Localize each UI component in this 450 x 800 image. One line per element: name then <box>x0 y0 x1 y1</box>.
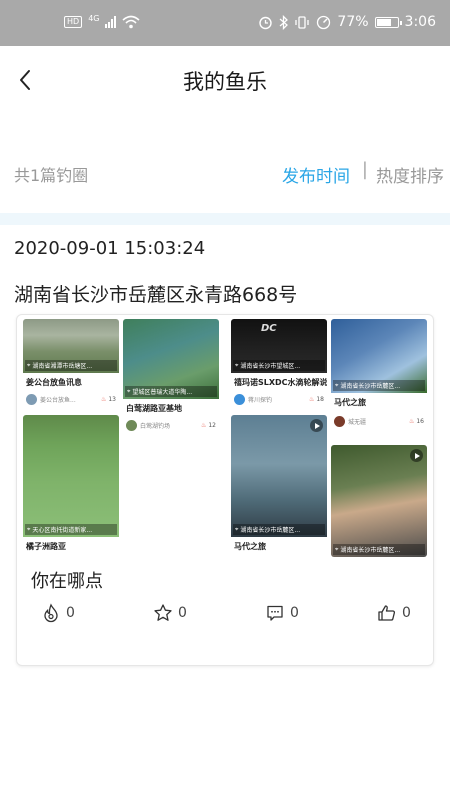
fire-icon: ♨ <box>200 422 207 429</box>
play-icon[interactable] <box>410 449 423 462</box>
avatar <box>26 394 37 405</box>
post-card[interactable]: ⌖ 湖南省湘潭市岳塘区... 姜公台放鱼讯息 姜公台放鱼... ♨ 13 ⌖ 望城区… <box>16 314 434 666</box>
clock: 3:06 <box>404 14 436 30</box>
tile-title: 马代之旅 <box>234 542 266 551</box>
comment-button[interactable]: 0 <box>265 603 299 623</box>
network-type: 4G <box>88 13 100 23</box>
tile-title: 橘子洲路亚 <box>26 542 66 551</box>
tile-meta: 蒋川探钓 ♨ 18 <box>234 393 324 406</box>
sort-separator: | <box>361 159 368 180</box>
alarm-icon <box>259 16 273 29</box>
tile-author: 蒋川探钓 <box>248 397 273 404</box>
action-bar: 0 0 0 0 <box>17 603 433 633</box>
comment-icon <box>267 605 283 621</box>
pin-icon: ⌖ <box>335 545 339 553</box>
fire-count: 0 <box>66 605 75 621</box>
pin-icon: ⌖ <box>235 525 239 533</box>
tile-location: ⌖ 湖南省湘潭市岳塘区... <box>25 360 117 371</box>
tile-location: ⌖ 湖南省长沙市岳麓区... <box>333 544 425 555</box>
tile-image: ⌖ 湖南省湘潭市岳塘区... <box>23 319 119 373</box>
fire-icon: ♨ <box>408 418 415 425</box>
tile-title: 姜公台放鱼讯息 <box>26 378 82 387</box>
tile-author: 白莺湖钓场 <box>140 423 171 430</box>
tile-title: 禧玛诺SLXDC水滴轮解说 <box>234 378 327 387</box>
tile-title: 马代之旅 <box>334 398 366 407</box>
sort-by-heat-button[interactable]: 热度排序 <box>376 162 444 187</box>
tile-image: DC ⌖ 湖南省长沙市望城区... <box>231 319 327 373</box>
fire-icon <box>44 603 58 623</box>
tile-location: ⌖ 天心区南托街道新家... <box>25 524 117 535</box>
signal-icon <box>105 16 117 28</box>
thumbs-up-icon <box>378 605 396 621</box>
app-header: 我的鱼乐 <box>0 46 450 114</box>
avatar <box>126 420 137 431</box>
avatar <box>334 416 345 427</box>
star-icon <box>154 604 172 621</box>
speed-icon <box>317 15 331 29</box>
feed-tile[interactable]: ⌖ 望城区普瑞大道华陶... 白莺湖路亚基地 白莺湖钓场 ♨ 12 <box>123 319 219 435</box>
vibrate-icon <box>295 15 310 29</box>
post-location: 湖南省长沙市岳麓区永青路668号 <box>14 284 298 306</box>
feed-tile[interactable]: ⌖ 湖南省湘潭市岳塘区... 姜公台放鱼讯息 姜公台放鱼... ♨ 13 <box>23 319 119 411</box>
tile-fire-count: 12 <box>208 422 216 429</box>
feed-tile[interactable]: ⌖ 湖南省长沙市岳麓区... 马代之旅 <box>231 415 327 555</box>
tile-fire-count: 16 <box>416 418 424 425</box>
tile-location: ⌖ 望城区普瑞大道华陶... <box>125 386 217 397</box>
tile-meta: 城无疆 ♨ 16 <box>334 415 424 428</box>
tile-image: ⌖ 湖南省长沙市岳麓区... <box>331 445 427 557</box>
sort-by-time-button[interactable]: 发布时间 <box>282 162 350 187</box>
tile-meta: 白莺湖钓场 ♨ 12 <box>126 419 216 432</box>
tile-fire-count: 13 <box>108 396 116 403</box>
pin-icon: ⌖ <box>127 387 131 395</box>
post-count: 共1篇钓圈 <box>14 166 89 185</box>
feed-tile[interactable]: ⌖ 湖南省长沙市岳麓区... <box>331 445 427 557</box>
tile-fire-count: 18 <box>316 396 324 403</box>
avatar <box>234 394 245 405</box>
status-bar: HD 4G 77% 3:06 <box>0 0 450 46</box>
page-title: 我的鱼乐 <box>183 70 267 94</box>
like-button[interactable]: 0 <box>377 603 411 623</box>
sort-bar: 共1篇钓圈 发布时间 | 热度排序 <box>0 150 450 194</box>
like-count: 0 <box>402 605 411 621</box>
pin-icon: ⌖ <box>335 381 339 389</box>
section-divider <box>0 213 450 225</box>
pin-icon: ⌖ <box>235 361 239 369</box>
tile-meta: 姜公台放鱼... ♨ 13 <box>26 393 116 406</box>
pin-icon: ⌖ <box>27 361 31 369</box>
bluetooth-icon <box>279 14 289 30</box>
wifi-icon <box>122 15 141 29</box>
favorite-button[interactable]: 0 <box>153 603 187 623</box>
tile-author: 姜公台放鱼... <box>40 397 76 404</box>
tile-location: ⌖ 湖南省长沙市岳麓区... <box>233 524 325 535</box>
post-text: 你在哪点 <box>31 571 103 592</box>
feed-tile[interactable]: ⌖ 湖南省长沙市岳麓区... 马代之旅 城无疆 ♨ 16 <box>331 319 427 435</box>
tile-image: ⌖ 湖南省长沙市岳麓区... <box>331 319 427 393</box>
tile-author: 城无疆 <box>348 419 367 426</box>
system-status: 77% 3:06 <box>258 14 436 30</box>
battery-percent: 77% <box>337 14 369 30</box>
tile-location: ⌖ 湖南省长沙市岳麓区... <box>333 380 425 391</box>
fire-icon: ♨ <box>308 396 315 403</box>
pin-icon: ⌖ <box>27 525 31 533</box>
fire-button[interactable]: 0 <box>41 603 75 623</box>
favorite-count: 0 <box>178 605 187 621</box>
network-status: HD 4G <box>64 13 141 29</box>
tile-image: ⌖ 天心区南托街道新家... <box>23 415 119 537</box>
hd-badge: HD <box>64 16 83 28</box>
tile-location: ⌖ 湖南省长沙市望城区... <box>233 360 325 371</box>
feed-tile[interactable]: ⌖ 天心区南托街道新家... 橘子洲路亚 <box>23 415 119 555</box>
post-timestamp: 2020-09-01 15:03:24 <box>14 238 206 259</box>
play-icon[interactable] <box>310 419 323 432</box>
tile-title: 白莺湖路亚基地 <box>126 404 182 413</box>
feed-tile[interactable]: DC ⌖ 湖南省长沙市望城区... 禧玛诺SLXDC水滴轮解说 蒋川探钓 ♨ 18 <box>231 319 327 411</box>
fire-icon: ♨ <box>100 396 107 403</box>
tile-image: ⌖ 望城区普瑞大道华陶... <box>123 319 219 399</box>
comment-count: 0 <box>290 605 299 621</box>
tile-image: ⌖ 湖南省长沙市岳麓区... <box>231 415 327 537</box>
battery-icon <box>374 16 402 28</box>
brand-logo: DC <box>261 323 277 334</box>
